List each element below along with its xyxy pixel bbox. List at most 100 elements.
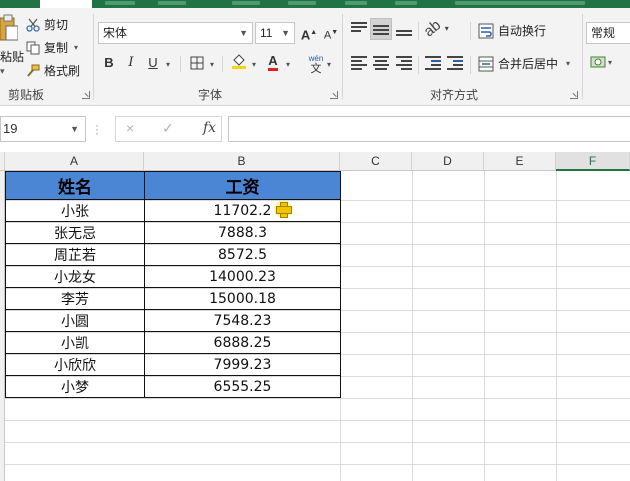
name-box[interactable]: 19 ▼ — [0, 116, 86, 142]
name-cell[interactable]: 小欣欣 — [5, 353, 145, 376]
cancel-icon[interactable]: × — [126, 120, 134, 136]
fill-color-dropdown-icon[interactable]: ▾ — [252, 60, 256, 69]
gridline — [5, 420, 630, 421]
tab-fragment[interactable] — [232, 1, 260, 5]
tab-fragment[interactable] — [158, 1, 186, 5]
align-middle-icon[interactable] — [373, 25, 389, 39]
increase-indent-icon[interactable] — [447, 56, 463, 70]
tell-me-box[interactable] — [455, 1, 585, 5]
accounting-format-button[interactable]: ▾ — [590, 54, 612, 70]
fill-color-button[interactable] — [228, 50, 250, 72]
underline-dropdown-icon[interactable]: ▾ — [166, 60, 170, 69]
name-cell[interactable]: 小凯 — [5, 331, 145, 354]
italic-button[interactable]: I — [120, 52, 142, 74]
insert-function-icon[interactable]: fx — [203, 120, 216, 136]
worksheet-grid[interactable]: A B C D E F 姓名 工资 小张 11702.2 张无忌 7888.3 … — [0, 152, 630, 481]
tab-home[interactable] — [40, 0, 92, 8]
copy-icon — [26, 41, 40, 54]
currency-icon — [590, 56, 606, 68]
font-size-combo[interactable]: 11 ▼ — [255, 22, 295, 44]
shrink-font-button[interactable]: A▼ — [320, 22, 342, 44]
font-launcher-icon[interactable] — [330, 91, 338, 99]
ribbon: 粘贴 ▾ 剪切 复制 ▾ 格式刷 剪贴板 宋体 ▼ 11 ▼ A▲ A▼ B I… — [0, 8, 630, 106]
merge-center-button[interactable]: 合并后居中 ▾ — [478, 55, 570, 72]
orientation-button[interactable]: ab ▾ — [420, 17, 449, 41]
align-right-icon[interactable] — [396, 56, 412, 70]
align-center-icon[interactable] — [373, 56, 389, 70]
col-header-b[interactable]: B — [144, 152, 340, 171]
col-header-a[interactable]: A — [5, 152, 144, 171]
paste-dropdown-icon[interactable]: ▾ — [0, 66, 5, 77]
name-cell[interactable]: 小圆 — [5, 309, 145, 332]
cut-button[interactable]: 剪切 — [26, 16, 68, 33]
font-name-combo[interactable]: 宋体 ▼ — [98, 22, 253, 44]
header-cell-name[interactable]: 姓名 — [5, 171, 145, 200]
chevron-down-icon[interactable]: ▼ — [70, 117, 79, 141]
col-header-e[interactable]: E — [484, 152, 556, 171]
format-painter-button[interactable]: 格式刷 — [26, 62, 80, 79]
name-cell[interactable]: 周芷若 — [5, 243, 145, 266]
bold-button[interactable]: B — [98, 52, 120, 74]
salary-cell[interactable]: 7548.23 — [144, 309, 341, 332]
align-left-icon[interactable] — [351, 56, 367, 70]
phonetic-button[interactable]: wén 文 — [305, 50, 327, 75]
phonetic-dropdown-icon[interactable]: ▾ — [327, 60, 331, 69]
drag-handle-icon[interactable]: · · · — [95, 119, 99, 139]
borders-button[interactable] — [186, 52, 208, 74]
salary-cell[interactable]: 6555.25 — [144, 375, 341, 398]
name-cell[interactable]: 小张 — [5, 199, 145, 222]
group-separator — [93, 14, 94, 100]
phonetic-bottom-label: 文 — [310, 63, 322, 75]
salary-cell[interactable]: 6888.25 — [144, 331, 341, 354]
name-cell[interactable]: 小梦 — [5, 375, 145, 398]
tab-fragment[interactable] — [105, 1, 135, 5]
gridline — [484, 171, 485, 481]
col-header-f[interactable]: F — [556, 152, 630, 171]
orientation-dropdown-icon[interactable]: ▾ — [445, 24, 449, 33]
chevron-down-icon[interactable]: ▼ — [239, 23, 248, 43]
table-row: 小欣欣 7999.23 — [5, 353, 341, 376]
align-top-icon[interactable] — [351, 22, 367, 36]
name-cell[interactable]: 李芳 — [5, 287, 145, 310]
font-color-dropdown-icon[interactable]: ▾ — [286, 60, 290, 69]
salary-cell[interactable]: 7999.23 — [144, 353, 341, 376]
name-cell[interactable]: 小龙女 — [5, 265, 145, 288]
header-cell-salary[interactable]: 工资 — [144, 171, 341, 200]
enter-icon[interactable]: ✓ — [162, 120, 174, 137]
copy-button[interactable]: 复制 ▾ — [26, 39, 78, 56]
underline-button[interactable]: U — [142, 52, 164, 74]
alignment-launcher-icon[interactable] — [570, 91, 578, 99]
copy-dropdown-icon[interactable]: ▾ — [74, 43, 78, 52]
borders-dropdown-icon[interactable]: ▾ — [210, 60, 214, 69]
number-format-combo[interactable]: 常规 — [586, 22, 630, 44]
tab-fragment[interactable] — [288, 1, 316, 5]
salary-cell[interactable]: 15000.18 — [144, 287, 341, 310]
accounting-dropdown-icon[interactable]: ▾ — [608, 58, 612, 67]
font-size-value: 11 — [260, 26, 273, 40]
font-name-value: 宋体 — [103, 26, 128, 40]
font-color-button[interactable]: A — [262, 50, 284, 72]
cell-select-cursor-icon — [274, 200, 292, 218]
ribbon-tab-strip — [0, 0, 630, 8]
merge-center-label: 合并后居中 — [498, 57, 559, 71]
grow-font-label: A — [300, 27, 311, 43]
formula-input[interactable] — [228, 116, 630, 142]
merge-dropdown-icon[interactable]: ▾ — [566, 59, 570, 68]
clipboard-launcher-icon[interactable] — [82, 91, 90, 99]
salary-cell[interactable]: 7888.3 — [144, 221, 341, 244]
chevron-down-icon[interactable]: ▼ — [281, 23, 290, 43]
gridline — [5, 464, 630, 465]
tab-fragment[interactable] — [395, 1, 417, 5]
table-row: 小龙女 14000.23 — [5, 265, 341, 288]
col-header-c[interactable]: C — [340, 152, 412, 171]
decrease-indent-icon[interactable] — [425, 56, 441, 70]
wrap-text-button[interactable]: 自动换行 — [478, 22, 546, 39]
col-header-d[interactable]: D — [412, 152, 484, 171]
salary-cell[interactable]: 11702.2 — [144, 199, 341, 222]
name-cell[interactable]: 张无忌 — [5, 221, 145, 244]
tab-fragment[interactable] — [345, 1, 367, 5]
salary-cell[interactable]: 14000.23 — [144, 265, 341, 288]
align-bottom-icon[interactable] — [396, 30, 412, 44]
grow-font-button[interactable]: A▲ — [298, 22, 320, 44]
salary-cell[interactable]: 8572.5 — [144, 243, 341, 266]
